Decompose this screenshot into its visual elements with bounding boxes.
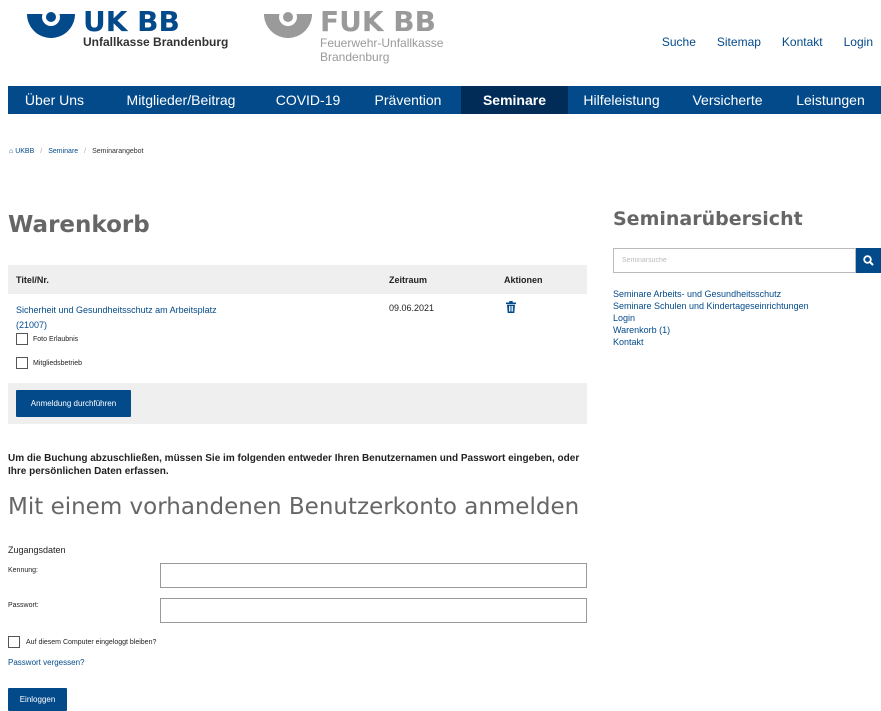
col-period-header: Zeitraum [389,274,428,285]
fukbb-logo-sub2: Brandenburg [320,50,390,64]
login-button[interactable]: Einloggen [8,688,67,711]
nav-covid[interactable]: COVID-19 [261,86,355,114]
password-input[interactable] [160,598,587,623]
remember-me-option: Auf diesem Computer eingeloggt bleiben? [8,636,156,648]
forgot-password-link[interactable]: Passwort vergessen? [8,658,84,667]
ukbb-logo[interactable]: UK BB Unfallkasse Brandenburg [25,8,228,48]
nav-hilfeleistung[interactable]: Hilfeleistung [568,86,675,114]
toplink-suche[interactable]: Suche [662,35,696,49]
fukbb-logo-icon [262,8,314,40]
nav-mitglieder[interactable]: Mitglieder/Beitrag [101,86,261,114]
search-button[interactable] [856,248,881,273]
trash-icon[interactable] [505,301,517,313]
credentials-section-label: Zugangsdaten [8,545,66,555]
cart-footer: Anmeldung durchführen [8,383,587,424]
remember-me-checkbox[interactable] [8,636,20,648]
breadcrumb-current: Seminarangebot [92,148,144,155]
nav-leistungen[interactable]: Leistungen [780,86,881,114]
fukbb-logo-name: FUK BB [320,5,436,38]
cart-row: Sicherheit und Gesundheitsschutz am Arbe… [8,294,587,383]
username-label: Kennung: [8,567,38,574]
search-icon [863,255,874,266]
nav-ueber-uns[interactable]: Über Uns [8,86,101,114]
sidebar-links: Seminare Arbeits- und Gesundheitsschutz … [613,288,809,348]
breadcrumb-separator: / [84,148,87,155]
photo-permission-option: Foto Erlaubnis [16,333,78,345]
seminar-search-input[interactable] [614,249,855,272]
breadcrumb: ⌂ UKBB / Seminare / Seminarangebot [9,148,144,155]
seminar-search-box [613,248,856,273]
cart-item-title[interactable]: Sicherheit und Gesundheitsschutz am Arbe… [16,303,316,333]
booking-info-text: Um die Buchung abzuschließen, müssen Sie… [8,453,580,477]
cart-table: Titel/Nr. Zeitraum Aktionen Sicherheit u… [8,265,587,424]
fukbb-logo[interactable]: FUK BB Feuerwehr-Unfallkasse Brandenburg [262,8,443,64]
member-company-label: Mitgliedsbetrieb [33,359,83,367]
cart-item-date: 09.06.2021 [389,303,435,313]
sidebar-link-kontakt[interactable]: Kontakt [613,336,809,348]
breadcrumb-home[interactable]: ⌂ UKBB [9,148,34,155]
submit-registration-button[interactable]: Anmeldung durchführen [16,390,131,417]
breadcrumb-separator: / [40,148,43,155]
nav-praevention[interactable]: Prävention [355,86,461,114]
sidebar-link-schulen[interactable]: Seminare Schulen und Kindertageseinricht… [613,300,809,312]
username-input[interactable] [160,563,587,588]
breadcrumb-seminare[interactable]: Seminare [48,148,78,155]
toplink-kontakt[interactable]: Kontakt [782,35,823,49]
photo-permission-checkbox[interactable] [16,333,28,345]
toplink-login[interactable]: Login [844,35,873,49]
ukbb-logo-name: UK BB [83,5,180,38]
nav-versicherte[interactable]: Versicherte [675,86,780,114]
page-title: Warenkorb [8,212,150,238]
password-label: Passwort: [8,602,39,609]
home-icon: ⌂ [9,148,14,155]
fukbb-logo-sub1: Feuerwehr-Unfallkasse [320,36,444,50]
col-title-header: Titel/Nr. [16,274,49,285]
sidebar-link-arbeitsschutz[interactable]: Seminare Arbeits- und Gesundheitsschutz [613,288,809,300]
top-links: Suche Sitemap Kontakt Login [662,35,873,49]
toplink-sitemap[interactable]: Sitemap [717,35,761,49]
col-actions-header: Aktionen [504,274,543,285]
login-heading: Mit einem vorhandenen Benutzerkonto anme… [8,494,580,520]
member-company-option: Mitgliedsbetrieb [16,357,82,369]
cart-header-row: Titel/Nr. Zeitraum Aktionen [8,265,587,294]
sidebar-link-warenkorb[interactable]: Warenkorb (1) [613,324,809,336]
sidebar-link-login[interactable]: Login [613,312,809,324]
sidebar-heading: Seminarübersicht [613,208,803,230]
remember-me-label: Auf diesem Computer eingeloggt bleiben? [26,638,157,646]
main-nav: Über Uns Mitglieder/Beitrag COVID-19 Prä… [8,86,881,114]
ukbb-logo-sub: Unfallkasse Brandenburg [83,35,229,49]
photo-permission-label: Foto Erlaubnis [33,335,79,343]
member-company-checkbox[interactable] [16,357,28,369]
ukbb-logo-icon [25,8,77,40]
nav-seminare[interactable]: Seminare [461,86,568,114]
